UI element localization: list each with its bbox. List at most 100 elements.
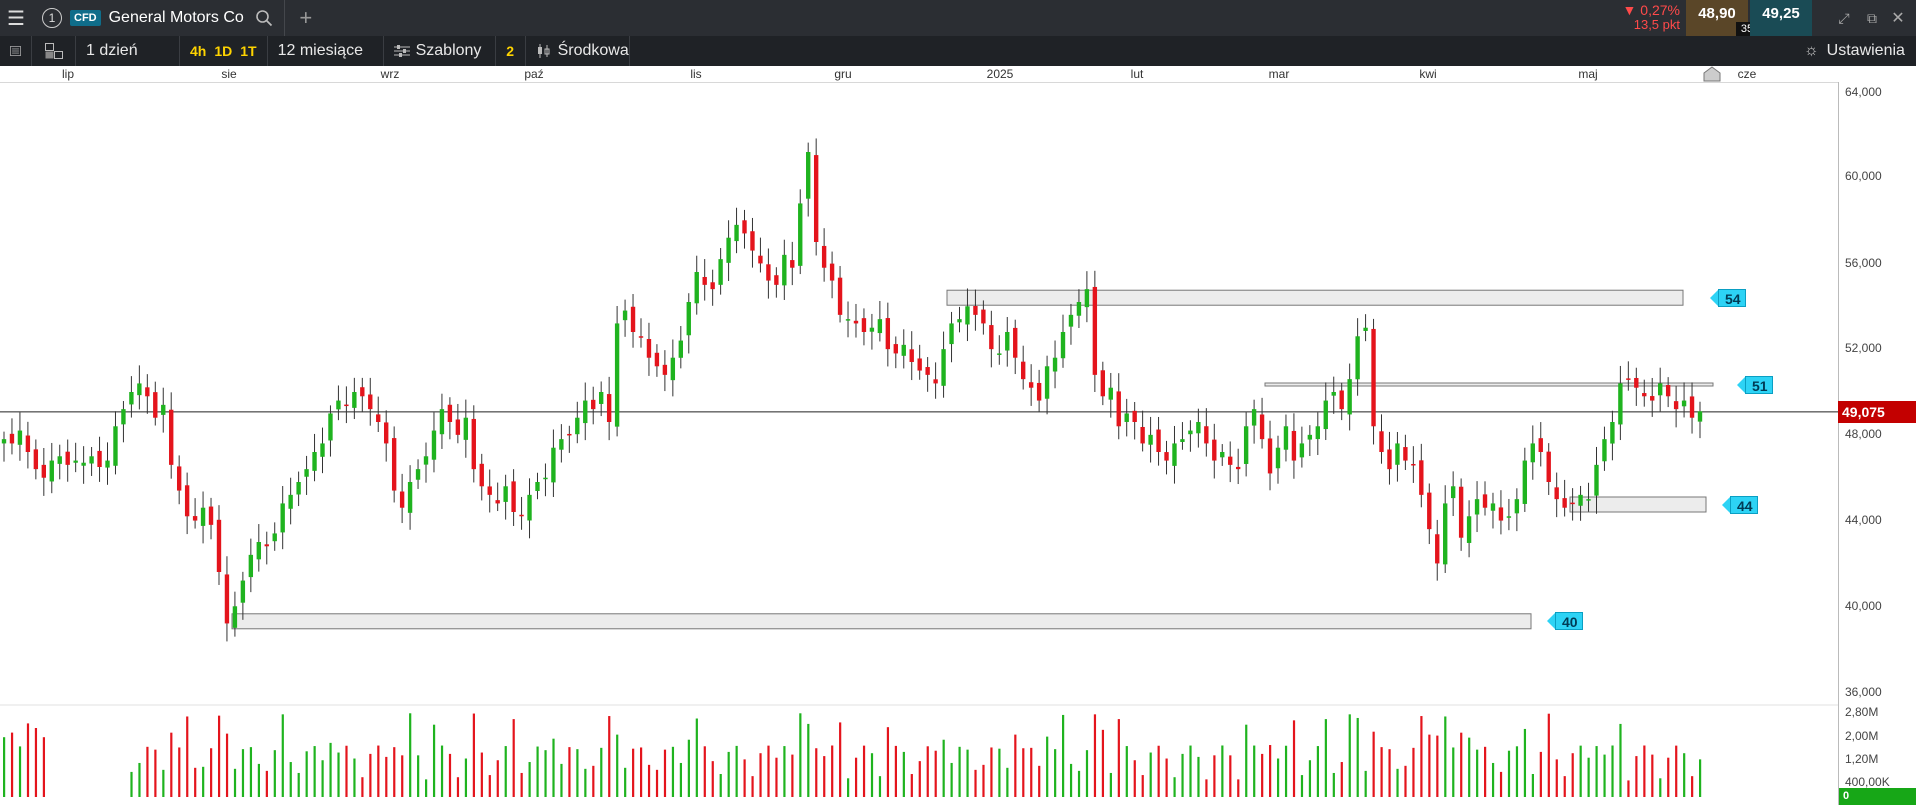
level-tag-51[interactable]: 51	[1737, 375, 1773, 394]
time-label-sep: wrz	[380, 67, 400, 81]
indicator-count[interactable]: 2	[496, 36, 526, 66]
candle	[1514, 488, 1520, 532]
candle	[837, 265, 843, 323]
candle	[543, 463, 548, 497]
candle	[184, 472, 190, 535]
volume-bar	[289, 762, 292, 797]
buy-price-button[interactable]: 49,25	[1750, 0, 1812, 36]
templates-button[interactable]: Szablony	[384, 36, 496, 66]
candle	[384, 410, 389, 462]
candle	[1634, 367, 1639, 406]
level-box-51[interactable]	[1264, 382, 1714, 387]
volume-bar	[632, 748, 635, 797]
volume-bar	[34, 728, 38, 797]
search-icon[interactable]	[252, 6, 276, 30]
volume-tick-1-2m: 1,20M	[1845, 752, 1879, 766]
candle	[1538, 422, 1543, 467]
popout-icon[interactable]: ⧉	[1862, 8, 1882, 28]
candle	[399, 473, 405, 524]
volume-bar	[1022, 748, 1025, 797]
level-tag-54[interactable]: 54	[1710, 288, 1746, 307]
interval-dropdown[interactable]: 1 dzień	[76, 36, 180, 66]
candle	[1196, 408, 1201, 448]
volume-bar	[655, 769, 659, 797]
candle	[606, 376, 612, 441]
settings-button[interactable]: ☼ Ustawienia	[1804, 36, 1905, 66]
volume-bar	[592, 765, 595, 797]
price-tick-64: 64,000	[1845, 85, 1882, 99]
volume-bar	[647, 764, 651, 797]
candle	[1013, 319, 1018, 375]
candle	[1212, 423, 1217, 479]
candle	[1267, 420, 1273, 491]
candle	[869, 313, 875, 350]
range-dropdown[interactable]: 12 miesiące	[268, 36, 384, 66]
volume-bar	[1205, 779, 1208, 797]
volume-bar	[831, 745, 834, 797]
volume-bar	[1699, 759, 1702, 797]
candle	[1172, 425, 1177, 484]
close-icon[interactable]: ✕	[1888, 8, 1908, 28]
volume-bar	[1332, 772, 1335, 797]
volume-bars	[3, 713, 1702, 797]
candle	[1466, 500, 1472, 558]
add-tab-icon[interactable]: +	[295, 5, 317, 30]
volume-bar	[512, 719, 515, 797]
volume-bar	[576, 749, 579, 797]
volume-bar	[560, 763, 563, 797]
candle	[248, 538, 254, 593]
volume-bar	[361, 777, 364, 797]
candle	[933, 362, 938, 399]
volume-bar	[1085, 750, 1089, 797]
candle	[798, 189, 803, 275]
menu-icon[interactable]: ☰	[0, 0, 32, 36]
home-icon[interactable]	[1703, 66, 1721, 82]
candle	[1530, 425, 1535, 480]
instrument-name[interactable]: General Motors Co	[109, 9, 244, 27]
level-tag-40[interactable]: 40	[1547, 612, 1583, 631]
volume-bar	[1069, 763, 1073, 797]
layout-icon[interactable]	[32, 36, 76, 66]
candle	[1092, 270, 1098, 392]
candle	[1068, 303, 1074, 345]
price-axis[interactable]: 64,000 60,000 56,000 52,000 48,000 44,00…	[1838, 82, 1916, 805]
quick-interval-1t[interactable]: 1T	[236, 43, 260, 59]
volume-bar	[1284, 745, 1288, 797]
candle	[121, 401, 126, 443]
change-points: 13,5 pkt	[1633, 17, 1680, 32]
candle	[790, 241, 795, 286]
time-label-oct: paź	[524, 67, 544, 81]
level-tag-44[interactable]: 44	[1722, 495, 1758, 514]
volume-bar	[1133, 760, 1136, 797]
candle	[1689, 382, 1695, 434]
candle	[1618, 365, 1623, 441]
volume-bar	[974, 769, 977, 797]
level-box-54[interactable]	[946, 289, 1684, 306]
volume-bar	[1189, 745, 1192, 797]
quick-interval-1d[interactable]: 1D	[210, 43, 236, 59]
volume-bar	[321, 760, 324, 797]
candle	[1657, 367, 1663, 412]
volume-bar	[759, 753, 762, 797]
candle	[583, 382, 588, 441]
volume-bar	[998, 748, 1001, 797]
level-box-40[interactable]	[231, 613, 1532, 630]
collapse-icon[interactable]: ⤢	[1834, 8, 1854, 28]
volume-bar	[918, 761, 921, 797]
volume-bar	[1444, 716, 1447, 797]
candle	[192, 498, 198, 529]
volume-bar	[130, 771, 133, 797]
quick-interval-4h[interactable]: 4h	[186, 43, 210, 59]
candle	[1435, 519, 1440, 581]
volume-bar	[1603, 754, 1606, 797]
candle	[1036, 369, 1042, 413]
candle	[1490, 492, 1496, 529]
candle	[320, 427, 325, 474]
volume-bar	[26, 723, 30, 797]
chart-type-dropdown[interactable]: Środkowa	[526, 36, 630, 66]
volume-bar	[719, 774, 722, 797]
volume-bar	[154, 749, 157, 797]
list-icon[interactable]	[0, 36, 32, 66]
price-chart[interactable]	[0, 82, 1838, 805]
volume-bar	[982, 764, 985, 797]
